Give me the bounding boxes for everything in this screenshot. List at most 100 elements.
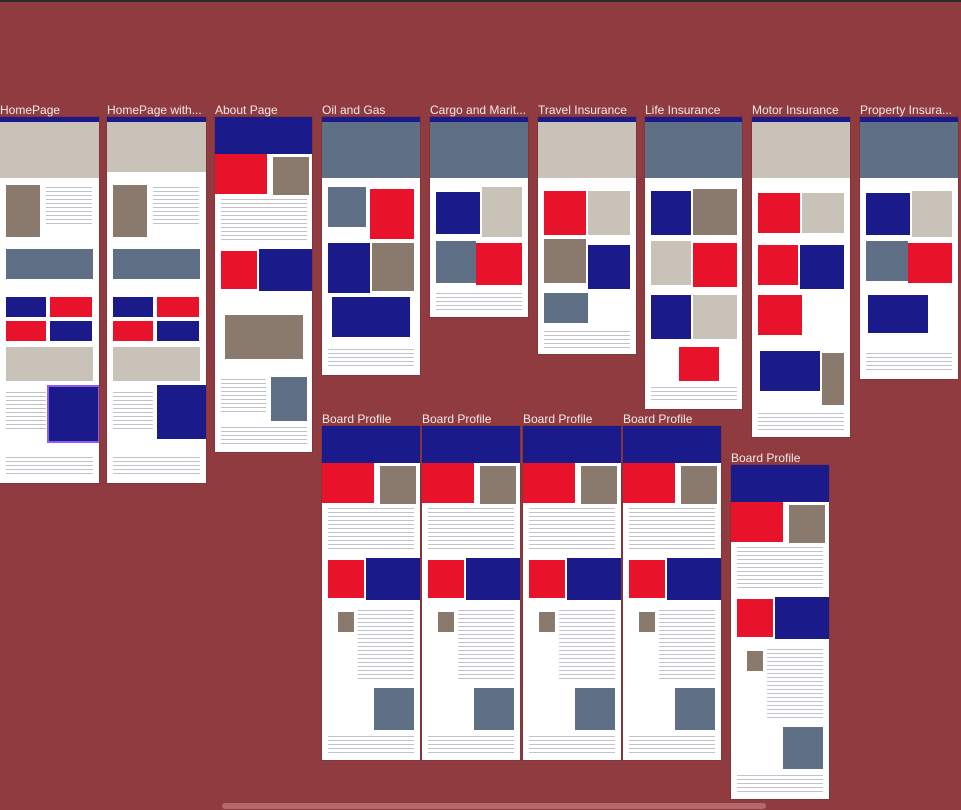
mission-card: [523, 463, 575, 503]
frame-board-profile-5[interactable]: [731, 465, 829, 799]
team-photos: [271, 377, 307, 421]
card-grid: [113, 249, 200, 279]
page-banner: [215, 122, 312, 154]
pricing-table: [868, 295, 928, 333]
frame-board-profile-3[interactable]: [523, 426, 621, 760]
frame-life-insurance[interactable]: [645, 117, 742, 409]
horizontal-scrollbar[interactable]: [222, 803, 766, 809]
frame-label-travel-insurance[interactable]: Travel Insurance: [538, 103, 638, 117]
profile-bio: [767, 649, 823, 719]
who-we-are-text: [328, 508, 414, 552]
service-card: [50, 321, 92, 341]
leadership-text: [221, 379, 266, 415]
frame-about-page[interactable]: [215, 117, 312, 452]
section-text: [46, 187, 92, 227]
person-image: [221, 251, 257, 289]
page-banner: [731, 470, 829, 502]
frame-label-board-profile-3[interactable]: Board Profile: [523, 412, 621, 426]
footer-text: [651, 387, 737, 403]
page-banner: [523, 431, 621, 463]
person-image: [789, 505, 825, 543]
person-image: [273, 157, 309, 195]
banner-image: [6, 347, 93, 381]
frame-label-property-insurance[interactable]: Property Insura...: [860, 103, 960, 117]
profile-photo: [539, 612, 555, 632]
profile-photo: [747, 651, 763, 671]
who-we-are-text: [529, 508, 615, 552]
frame-board-profile-1[interactable]: [322, 426, 420, 760]
frame-label-board-profile-4[interactable]: Board Profile: [623, 412, 721, 426]
section-image: [693, 295, 737, 339]
frame-label-motor-insurance[interactable]: Motor Insurance: [752, 103, 852, 117]
frame-board-profile-2[interactable]: [422, 426, 520, 760]
contact-card: [157, 385, 206, 439]
service-card: [157, 297, 199, 317]
footer-text: [221, 427, 307, 445]
footer-text: [629, 736, 715, 754]
frame-label-about-page[interactable]: About Page: [215, 103, 315, 117]
frame-label-oil-and-gas[interactable]: Oil and Gas: [322, 103, 422, 117]
hero-image: [107, 122, 206, 172]
frame-label-homepage[interactable]: HomePage: [0, 103, 104, 117]
profile-bio: [358, 610, 414, 680]
footer-text: [758, 413, 844, 431]
who-we-are-text: [221, 199, 307, 243]
profile-bio: [559, 610, 615, 680]
profile-photo: [639, 612, 655, 632]
frame-label-board-profile-5[interactable]: Board Profile: [731, 451, 829, 465]
frame-travel-insurance[interactable]: [538, 117, 636, 354]
frame-oil-and-gas[interactable]: [322, 117, 420, 375]
mission-card: [215, 154, 267, 194]
blog-text: [113, 392, 153, 432]
section-image: [372, 243, 414, 291]
mission-card: [422, 463, 474, 503]
frame-cargo[interactable]: [430, 117, 528, 317]
service-card: [113, 297, 153, 317]
hero-banner: [752, 122, 850, 178]
footer-text: [113, 457, 200, 477]
frame-label-board-profile-1[interactable]: Board Profile: [322, 412, 420, 426]
footer-text: [866, 353, 952, 371]
frame-homepage[interactable]: [0, 117, 99, 483]
frame-label-life-insurance[interactable]: Life Insurance: [645, 103, 745, 117]
team-photos: [575, 688, 615, 730]
selected-element[interactable]: [47, 385, 99, 443]
section-image: [693, 189, 737, 235]
section-image: [758, 245, 798, 285]
frame-property-insurance[interactable]: [860, 117, 958, 379]
section-image: [436, 241, 476, 283]
footer-text: [436, 293, 522, 311]
section-image: [912, 191, 952, 237]
stats-card: [332, 297, 410, 337]
leadership-grid: [225, 315, 303, 359]
page-banner: [422, 431, 520, 463]
frame-board-profile-4[interactable]: [623, 426, 721, 760]
frame-homepage-with[interactable]: [107, 117, 206, 483]
section-text: [153, 187, 199, 227]
info-card: [476, 243, 522, 285]
info-card: [588, 245, 630, 289]
info-card: [800, 245, 844, 289]
frame-label-board-profile-2[interactable]: Board Profile: [422, 412, 520, 426]
person-image: [737, 599, 773, 637]
window-top-edge: [0, 0, 961, 2]
who-we-are-text: [629, 508, 715, 552]
hero-image: [0, 122, 99, 178]
frame-label-homepage-with[interactable]: HomePage with...: [107, 103, 211, 117]
service-card: [113, 321, 153, 341]
info-card: [758, 295, 802, 335]
person-image: [428, 560, 464, 598]
person-image: [480, 466, 516, 504]
frame-label-cargo[interactable]: Cargo and Marit...: [430, 103, 530, 117]
page-banner: [623, 431, 721, 463]
section-image: [328, 187, 366, 227]
service-card: [6, 297, 46, 317]
footer-text: [328, 736, 414, 754]
info-card: [866, 193, 910, 235]
profile-bio: [659, 610, 715, 680]
info-card: [758, 193, 800, 233]
info-card: [436, 192, 480, 234]
footer-text: [737, 775, 823, 793]
frame-motor-insurance[interactable]: [752, 117, 850, 437]
info-card: [651, 295, 691, 339]
